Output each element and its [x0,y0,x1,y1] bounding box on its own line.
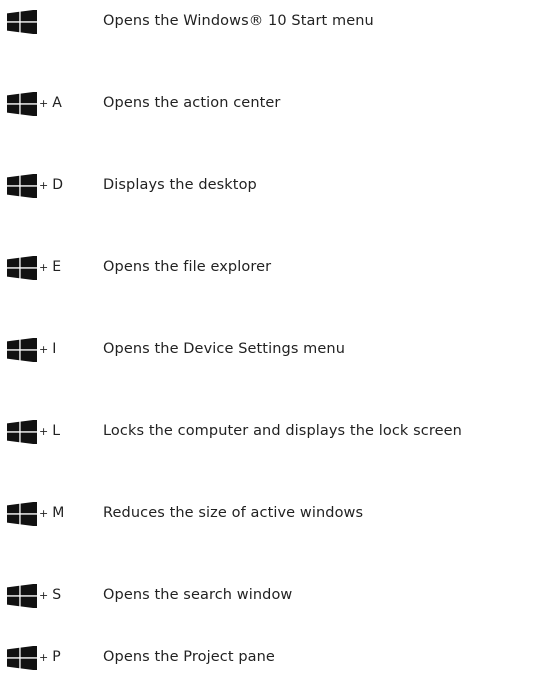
shortcut-key-combo: + L [39,421,60,442]
shortcut-row-m: + M Reduces the size of active windows [0,496,550,530]
windows-logo-icon [7,256,37,280]
shortcut-description: Opens the Device Settings menu [103,341,346,357]
shortcut-key: M [52,505,65,521]
windows-logo-icon [7,10,37,34]
shortcut-key-combo: + E [39,257,61,278]
windows-logo-icon [7,502,37,526]
shortcut-key-combo: + S [39,585,61,606]
plus-sign: + [39,179,49,192]
shortcut-key: D [52,177,63,193]
shortcut-key-combo: + P [39,647,61,668]
plus-sign: + [39,651,49,664]
shortcut-description: Locks the computer and displays the lock… [103,423,462,439]
shortcut-description: Displays the desktop [103,177,257,193]
windows-logo-icon [7,420,37,444]
shortcut-description: Opens the Project pane [103,649,275,665]
shortcut-key: L [52,423,61,439]
shortcut-key: P [52,649,61,665]
shortcut-key: I [52,341,57,357]
shortcut-description: Reduces the size of active windows [103,505,364,521]
shortcut-row-p: + P Opens the Project pane [0,640,550,674]
windows-logo-icon [7,338,37,362]
shortcut-row-d: + D Displays the desktop [0,168,550,202]
plus-sign: + [39,261,49,274]
shortcut-key: E [52,259,62,275]
plus-sign: + [39,425,49,438]
shortcut-list: Opens the Windows® 10 Start menu + A Open… [0,0,550,685]
shortcut-key-combo: + M [39,503,64,524]
windows-logo-icon [7,92,37,116]
shortcut-row-start: Opens the Windows® 10 Start menu [0,4,550,38]
plus-sign: + [39,97,49,110]
shortcut-key: S [52,587,62,603]
shortcut-key-combo: + A [39,93,62,114]
shortcut-description: Opens the Windows® 10 Start menu [103,13,374,29]
windows-logo-icon [7,584,37,608]
shortcut-key-combo: + I [39,339,56,360]
windows-logo-icon [7,174,37,198]
shortcut-row-a: + A Opens the action center [0,86,550,120]
windows-logo-icon [7,646,37,670]
shortcut-key-combo: + D [39,175,63,196]
shortcut-row-l: + L Locks the computer and displays the l… [0,414,550,448]
plus-sign: + [39,589,49,602]
shortcut-description: Opens the action center [103,95,281,111]
shortcut-description: Opens the file explorer [103,259,272,275]
shortcut-row-i: + I Opens the Device Settings menu [0,332,550,366]
shortcut-row-s: + S Opens the search window [0,578,550,612]
plus-sign: + [39,507,49,520]
shortcut-row-e: + E Opens the file explorer [0,250,550,284]
plus-sign: + [39,343,49,356]
shortcut-description: Opens the search window [103,587,293,603]
shortcut-key: A [52,95,62,111]
